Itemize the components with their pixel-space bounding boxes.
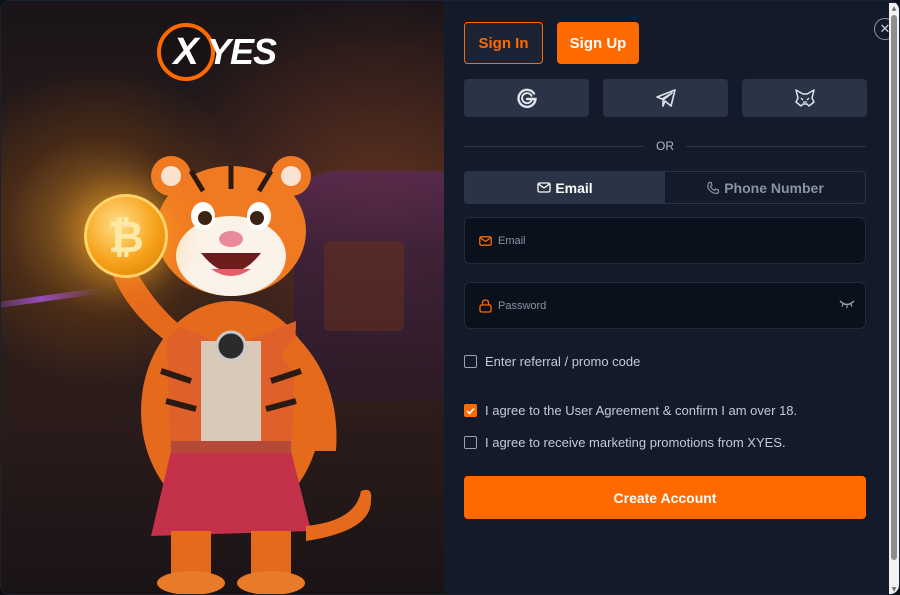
email-method-label: Email xyxy=(555,179,593,196)
or-label: OR xyxy=(656,139,674,153)
or-divider: OR xyxy=(464,139,866,153)
eye-closed-icon[interactable] xyxy=(839,299,855,312)
phone-icon xyxy=(707,181,720,194)
agreement-label: I agree to the User Agreement & confirm … xyxy=(485,403,798,418)
scrollbar[interactable]: ▲ ▼ xyxy=(889,3,899,594)
envelope-icon xyxy=(537,182,551,193)
sign-in-tab[interactable]: Sign In xyxy=(464,22,543,64)
marketing-label: I agree to receive marketing promotions … xyxy=(485,435,786,450)
signup-method-switch: Email Phone Number xyxy=(464,171,866,204)
phone-method-tab[interactable]: Phone Number xyxy=(665,172,865,203)
bitcoin-coin: ₿ xyxy=(84,194,168,278)
google-icon xyxy=(516,88,537,109)
referral-label: Enter referral / promo code xyxy=(485,354,641,369)
marketing-checkbox[interactable] xyxy=(464,436,477,449)
scrollbar-thumb[interactable] xyxy=(891,15,897,560)
agreement-checkbox[interactable] xyxy=(464,404,477,417)
metamask-login-button[interactable] xyxy=(742,79,867,117)
referral-checkbox-row[interactable]: Enter referral / promo code xyxy=(464,354,640,369)
telegram-icon xyxy=(655,89,676,107)
auth-panel: Sign In Sign Up ✕ OR Email Phone Number … xyxy=(444,1,899,594)
create-account-button[interactable]: Create Account xyxy=(464,476,866,519)
xyes-logo: X YES xyxy=(157,23,277,81)
agreement-checkbox-row[interactable]: I agree to the User Agreement & confirm … xyxy=(464,403,797,418)
password-placeholder: Password xyxy=(498,299,547,312)
metamask-icon xyxy=(794,89,815,107)
divider-line xyxy=(686,145,866,147)
promo-panel: X YES ₿ xyxy=(1,1,444,594)
signup-modal: X YES ₿ Sign In Sign Up ✕ OR Email Phone… xyxy=(0,0,900,595)
lock-icon xyxy=(479,298,492,313)
envelope-icon xyxy=(479,235,492,246)
social-login-row xyxy=(464,79,867,117)
logo-text: YES xyxy=(207,31,277,72)
marketing-checkbox-row[interactable]: I agree to receive marketing promotions … xyxy=(464,435,786,450)
google-login-button[interactable] xyxy=(464,79,589,117)
auth-tabs: Sign In Sign Up xyxy=(464,22,639,64)
checkmark-icon xyxy=(466,407,475,415)
svg-text:₿: ₿ xyxy=(108,212,144,262)
bitcoin-icon: ₿ xyxy=(108,212,144,262)
phone-method-label: Phone Number xyxy=(724,179,824,196)
password-field[interactable]: Password xyxy=(464,282,866,329)
scroll-down-arrow-icon[interactable]: ▼ xyxy=(890,585,898,593)
email-method-tab[interactable]: Email xyxy=(465,172,665,203)
scroll-up-arrow-icon[interactable]: ▲ xyxy=(890,4,898,12)
referral-checkbox[interactable] xyxy=(464,355,477,368)
email-field[interactable]: Email xyxy=(464,217,866,264)
divider-line xyxy=(464,145,644,147)
telegram-login-button[interactable] xyxy=(603,79,728,117)
sign-up-tab[interactable]: Sign Up xyxy=(557,22,639,64)
email-placeholder: Email xyxy=(498,234,526,247)
